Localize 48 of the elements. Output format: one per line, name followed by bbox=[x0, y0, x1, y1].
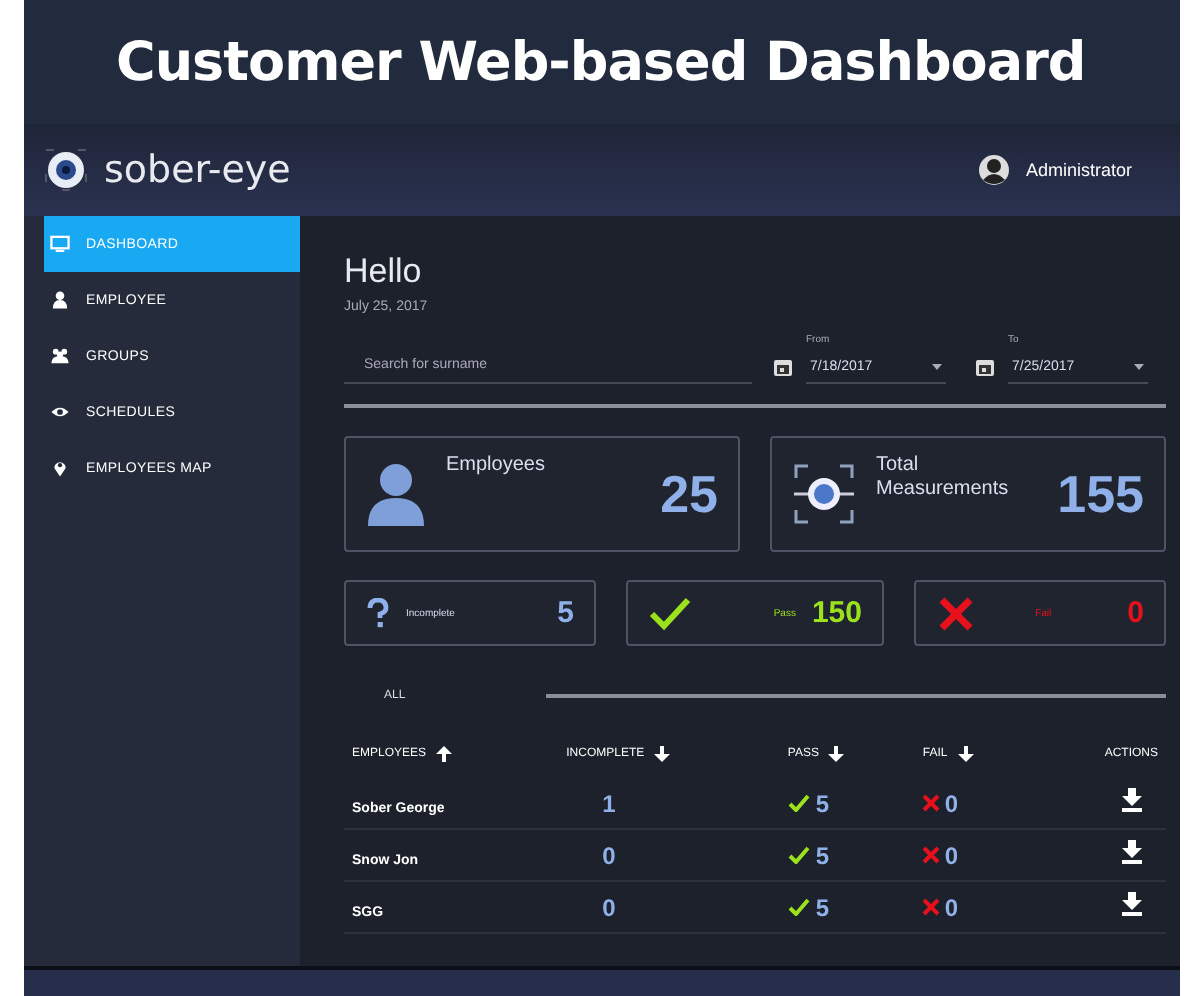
table-cell: 5 bbox=[815, 841, 830, 869]
user-name[interactable]: Administrator bbox=[1025, 160, 1132, 180]
table-cell: 0 bbox=[944, 841, 959, 869]
calendar-icon bbox=[772, 356, 794, 378]
user-avatar-icon bbox=[977, 154, 1010, 186]
table-cell: 0 bbox=[602, 893, 616, 921]
brand-name: sober-eye bbox=[104, 148, 291, 192]
cross-icon bbox=[922, 897, 941, 915]
table-cell: 0 bbox=[944, 789, 959, 817]
table-cell: 0 bbox=[602, 841, 616, 869]
result-value: 5 bbox=[557, 596, 574, 630]
table-cell: 1 bbox=[602, 789, 616, 817]
sort-down-icon bbox=[654, 746, 671, 762]
eye-scan-icon bbox=[792, 462, 856, 526]
result-value: 150 bbox=[811, 596, 862, 630]
result-value: 0 bbox=[1127, 596, 1144, 630]
sort-down-icon bbox=[828, 746, 845, 762]
stat-label: Employees bbox=[446, 454, 547, 478]
eye-icon bbox=[50, 402, 70, 422]
sort-up-icon bbox=[436, 746, 453, 762]
person-icon bbox=[366, 460, 426, 528]
check-icon bbox=[648, 593, 692, 633]
check-icon bbox=[787, 845, 810, 863]
download-icon[interactable] bbox=[1122, 839, 1142, 863]
map-pin-icon bbox=[50, 458, 70, 478]
calendar-icon bbox=[974, 356, 996, 378]
caret-icon bbox=[932, 364, 942, 370]
download-icon[interactable] bbox=[1122, 891, 1142, 915]
group-icon bbox=[50, 346, 70, 366]
caret-icon bbox=[1134, 364, 1144, 370]
page-title: Customer Web-based Dashboard bbox=[116, 31, 1086, 93]
check-icon bbox=[787, 793, 810, 811]
cross-icon bbox=[922, 845, 941, 863]
stat-value: 25 bbox=[660, 463, 718, 525]
table-cell: 5 bbox=[815, 789, 830, 817]
stat-value: 155 bbox=[1057, 463, 1144, 525]
greeting-title: Hello bbox=[344, 252, 424, 292]
download-icon[interactable] bbox=[1122, 787, 1142, 811]
monitor-icon bbox=[50, 234, 70, 254]
table-cell: 5 bbox=[815, 893, 830, 921]
person-icon bbox=[50, 290, 70, 310]
question-icon bbox=[366, 598, 390, 628]
logo-icon bbox=[44, 148, 88, 192]
cross-icon bbox=[922, 793, 941, 811]
stat-label: Total Measurements bbox=[876, 454, 1011, 502]
table-cell: 0 bbox=[944, 893, 959, 921]
check-icon bbox=[787, 897, 810, 915]
sort-down-icon bbox=[957, 746, 974, 762]
